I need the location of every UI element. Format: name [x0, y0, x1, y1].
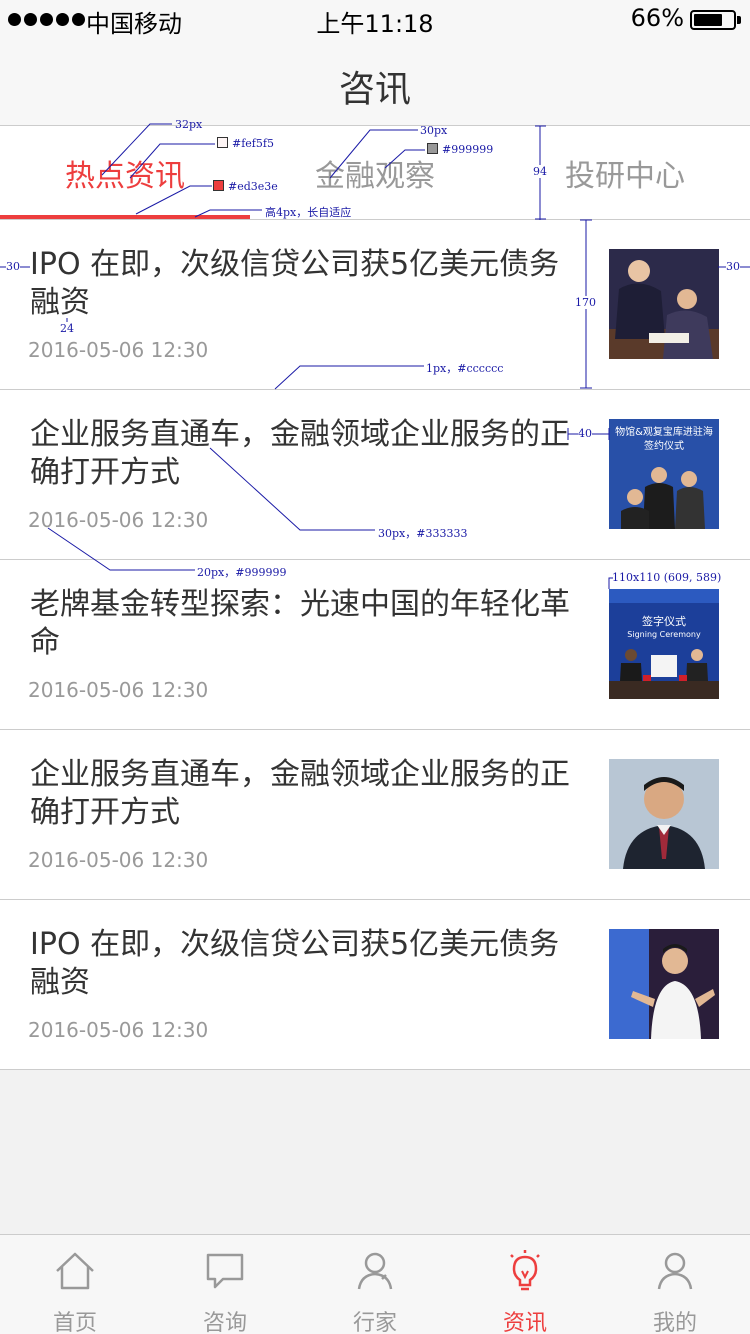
annotation-label: #ed3e3e	[213, 180, 278, 193]
annotation-label: 170	[575, 296, 596, 309]
annotation-label: 30	[6, 260, 20, 273]
annotation-label: 高4px，长自适应	[265, 206, 352, 219]
annotation-label: 40	[578, 427, 592, 440]
annotation-label: 30	[726, 260, 740, 273]
annotation-label: 1px，#cccccc	[426, 362, 504, 375]
annotation-label: 24	[60, 322, 74, 335]
lightbulb-icon	[510, 1250, 540, 1291]
bottom-tab-bar: 首页 咨询 行家 资讯 我的	[0, 1234, 750, 1334]
annotation-label: 32px	[175, 118, 203, 131]
tab-experts[interactable]: 行家	[300, 1235, 450, 1334]
annotation-label: 110x110 (609, 589)	[612, 571, 722, 584]
annotation-lines	[0, 123, 750, 589]
tab-news-label: 资讯	[502, 1311, 547, 1334]
color-swatch	[217, 137, 228, 148]
chat-icon	[206, 1253, 244, 1289]
tab-home-label: 首页	[52, 1311, 97, 1334]
annotation-label: 20px，#999999	[197, 566, 287, 579]
person-icon	[357, 1252, 393, 1290]
color-swatch	[213, 180, 224, 191]
annotation-label: #999999	[427, 143, 493, 156]
home-icon	[56, 1252, 94, 1290]
tab-news[interactable]: 资讯	[450, 1235, 600, 1334]
tab-experts-label: 行家	[352, 1311, 397, 1334]
annotation-label: 30px	[420, 124, 448, 137]
tab-mine-label: 我的	[652, 1311, 697, 1334]
annotation-label: #fef5f5	[217, 137, 274, 150]
annotation-label: 30px，#333333	[378, 527, 468, 540]
annotation-label: 94	[533, 165, 547, 178]
tab-consult[interactable]: 咨询	[150, 1235, 300, 1334]
tab-consult-label: 咨询	[202, 1311, 247, 1334]
color-swatch	[427, 143, 438, 154]
tab-home[interactable]: 首页	[0, 1235, 150, 1334]
tab-mine[interactable]: 我的	[600, 1235, 750, 1334]
user-icon	[657, 1252, 693, 1290]
